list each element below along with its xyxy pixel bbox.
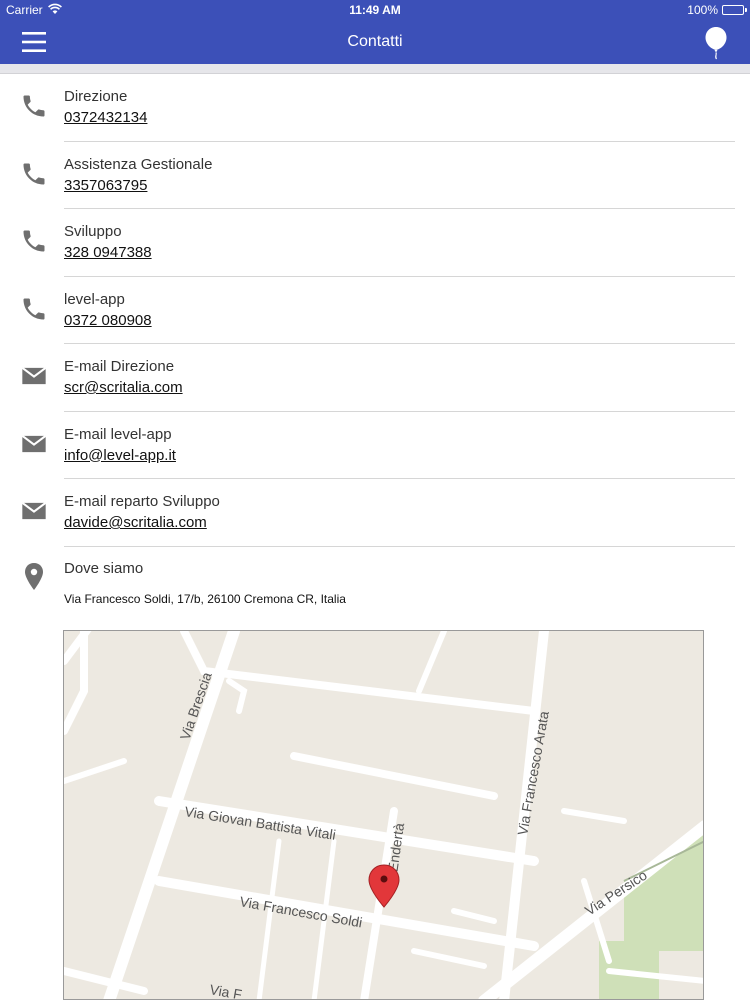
- street-label-soldi: Via Francesco Soldi: [238, 893, 363, 930]
- contact-item-email-sviluppo[interactable]: E-mail reparto Sviluppo davide@scritalia…: [0, 479, 750, 547]
- contact-label: E-mail level-app: [64, 425, 172, 443]
- nav-bar: Contatti: [0, 20, 750, 64]
- location-pin-icon: [22, 562, 46, 592]
- email-link[interactable]: scr@scritalia.com: [64, 379, 183, 396]
- clock: 11:49 AM: [349, 3, 401, 17]
- address-text: Via Francesco Soldi, 17/b, 26100 Cremona…: [64, 592, 346, 606]
- phone-icon: [20, 92, 48, 120]
- mail-icon: [20, 497, 48, 525]
- contact-label: E-mail Direzione: [64, 358, 175, 375]
- phone-icon: [20, 227, 48, 255]
- header-shadow: [0, 64, 750, 74]
- battery-percentage: 100%: [687, 3, 718, 17]
- balloon-icon[interactable]: [704, 26, 728, 60]
- contact-label: level-app: [64, 290, 125, 308]
- contact-label: Sviluppo: [64, 223, 122, 240]
- street-label-vitali: Via Giovan Battista Vitali: [184, 803, 337, 843]
- location-label: Dove siamo: [64, 560, 144, 577]
- contact-item-assistenza[interactable]: Assistenza Gestionale 3357063795: [0, 142, 750, 209]
- map-view[interactable]: Via Brescia Via Giovan Battista Vitali V…: [63, 630, 704, 1000]
- phone-icon: [20, 295, 48, 323]
- contact-list: Direzione 0372432134 Assistenza Gestiona…: [0, 74, 750, 547]
- mail-icon: [20, 362, 48, 390]
- mail-icon: [20, 430, 48, 458]
- page-title: Contatti: [347, 33, 403, 50]
- contact-label: E-mail reparto Sviluppo: [64, 493, 220, 510]
- email-link[interactable]: info@level-app.it: [64, 447, 176, 464]
- phone-link[interactable]: 0372432134: [64, 109, 147, 126]
- phone-link[interactable]: 328 0947388: [64, 244, 152, 261]
- street-label-bottom: Via F: [208, 981, 243, 1000]
- contact-label: Assistenza Gestionale: [64, 155, 213, 173]
- status-bar: Carrier 11:49 AM 100%: [0, 0, 750, 20]
- contact-item-direzione[interactable]: Direzione 0372432134: [0, 74, 750, 142]
- map-canvas: Via Brescia Via Giovan Battista Vitali V…: [64, 631, 703, 1000]
- contact-item-sviluppo[interactable]: Sviluppo 328 0947388: [0, 209, 750, 277]
- battery-icon: [722, 5, 747, 15]
- divider: [64, 545, 735, 547]
- contact-label: Direzione: [64, 88, 128, 105]
- contact-item-level-app[interactable]: level-app 0372 080908: [0, 277, 750, 344]
- phone-icon: [20, 160, 48, 188]
- contact-item-email-level-app[interactable]: E-mail level-app info@level-app.it: [0, 412, 750, 479]
- phone-link[interactable]: 0372 080908: [64, 312, 152, 329]
- phone-link[interactable]: 3357063795: [64, 177, 147, 194]
- street-label-arata: Via Francesco Arata: [514, 710, 552, 837]
- park-area: [624, 832, 703, 951]
- contact-item-email-direzione[interactable]: E-mail Direzione scr@scritalia.com: [0, 344, 750, 412]
- email-link[interactable]: davide@scritalia.com: [64, 514, 207, 531]
- map-marker-icon: [368, 864, 400, 908]
